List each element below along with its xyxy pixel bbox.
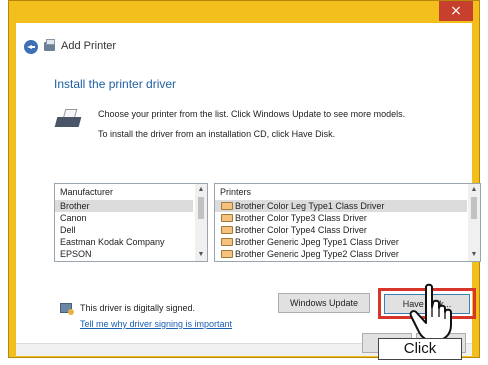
printer-icon [54,109,82,131]
instruction-text: To install the driver from an installati… [98,129,336,139]
list-item[interactable]: Dell [55,224,193,236]
dialog-client-area: Add Printer Install the printer driver C… [16,23,481,356]
chevron-up-icon[interactable]: ▲ [195,184,207,196]
list-header: Manufacturer [60,187,114,197]
printer-icon [44,39,55,51]
back-arrow-icon[interactable] [24,40,38,54]
driver-signing-link[interactable]: Tell me why driver signing is important [80,319,232,329]
signing-status: This driver is digitally signed. [80,303,196,313]
list-item[interactable]: Eastman Kodak Company [55,236,193,248]
list-item-label: Brother Generic Jpeg Type2 Class Driver [235,249,399,259]
scrollbar[interactable]: ▲ ▼ [468,184,480,261]
scrollbar[interactable]: ▲ ▼ [195,184,207,261]
list-item[interactable]: Brother Color Type4 Class Driver [215,224,467,236]
list-item[interactable]: Brother [55,200,193,212]
list-item[interactable]: Brother Color Leg Type1 Class Driver [215,200,467,212]
list-header: Printers [220,187,252,197]
certificate-icon [60,303,74,315]
printer-icon [221,238,233,246]
list-item-label: Brother Generic Jpeg Type1 Class Driver [235,237,399,247]
chevron-up-icon[interactable]: ▲ [468,184,480,196]
list-item[interactable]: Canon [55,212,193,224]
list-item[interactable]: Brother Color Type3 Class Driver [215,212,467,224]
printer-icon [221,250,233,258]
dialog-header: Add Printer [16,23,472,63]
click-callout: Click [378,338,462,360]
page-title: Install the printer driver [54,77,177,91]
printer-icon [221,202,233,210]
chevron-down-icon[interactable]: ▼ [468,249,480,261]
list-item-label: Brother Color Type3 Class Driver [235,213,367,223]
windows-update-button[interactable]: Windows Update [278,293,370,313]
scroll-thumb[interactable] [198,197,204,219]
window-title: Add Printer [61,40,117,52]
list-item[interactable]: Brother Generic Jpeg Type1 Class Driver [215,236,467,248]
printer-icon [221,226,233,234]
scroll-thumb[interactable] [471,197,477,219]
hand-pointer-icon [409,283,452,342]
manufacturer-list[interactable]: Manufacturer Brother Canon Dell Eastman … [54,183,208,262]
chevron-down-icon[interactable]: ▼ [195,249,207,261]
instruction-text: Choose your printer from the list. Click… [98,109,406,119]
title-bar[interactable]: × [9,1,479,23]
close-button[interactable]: × [439,1,473,21]
list-item-label: Brother Color Type4 Class Driver [235,225,367,235]
list-item[interactable]: Brother Generic Jpeg Type2 Class Driver [215,248,467,260]
list-item[interactable]: EPSON [55,248,193,260]
list-item-label: Brother Color Leg Type1 Class Driver [235,201,385,211]
printers-list[interactable]: Printers Brother Color Leg Type1 Class D… [214,183,481,262]
printer-icon [221,214,233,222]
